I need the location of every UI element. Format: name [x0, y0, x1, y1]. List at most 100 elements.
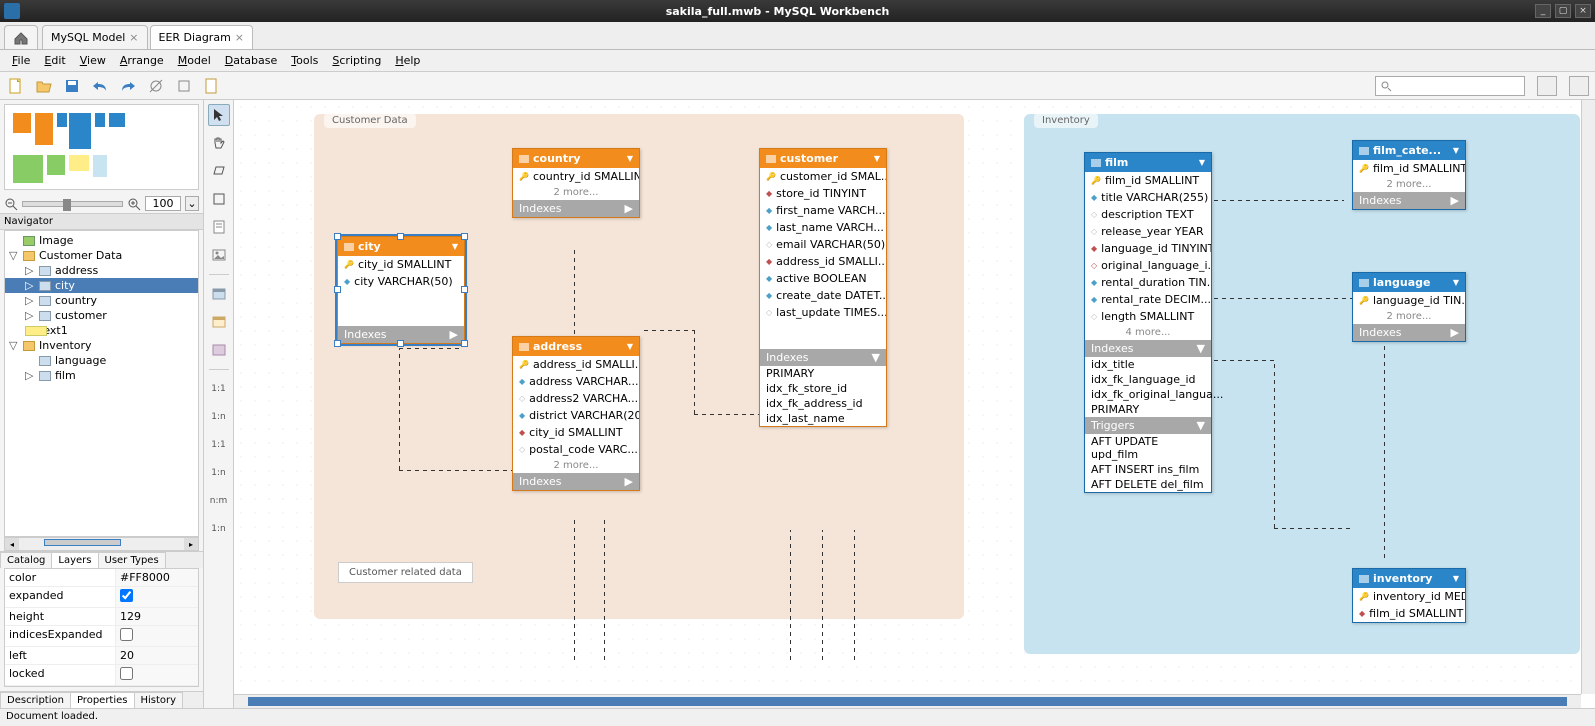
subtab-layers[interactable]: Layers — [51, 552, 98, 568]
subtab-description[interactable]: Description — [0, 692, 71, 708]
image-tool[interactable] — [208, 244, 230, 266]
pointer-tool[interactable] — [208, 104, 230, 126]
search-input[interactable] — [1375, 76, 1525, 96]
open-file-button[interactable] — [34, 76, 54, 96]
menu-help[interactable]: Help — [389, 52, 426, 69]
rel-1-1-id-tool[interactable]: 1:1 — [208, 434, 230, 456]
redo-button[interactable] — [118, 76, 138, 96]
collapse-icon[interactable]: ▼ — [627, 342, 633, 351]
maximize-button[interactable]: ▢ — [1555, 4, 1571, 18]
prop-indicesexp-value[interactable] — [115, 626, 198, 646]
view-tool[interactable] — [208, 311, 230, 333]
zoom-value[interactable]: 100 — [145, 196, 181, 211]
more-row[interactable]: 2 more... — [1353, 177, 1465, 192]
more-row[interactable]: 4 more... — [1085, 325, 1211, 340]
index-row[interactable]: PRIMARY — [760, 366, 886, 381]
diagram-canvas[interactable]: Customer Data Inventory — [234, 100, 1581, 694]
subtab-usertypes[interactable]: User Types — [98, 552, 166, 568]
canvas-note[interactable]: Customer related data — [338, 562, 473, 583]
rel-1-n-tool[interactable]: 1:n — [208, 406, 230, 428]
expand-icon[interactable]: ▶ — [450, 328, 458, 341]
canvas-vscroll[interactable] — [1581, 100, 1595, 694]
routine-tool[interactable] — [208, 339, 230, 361]
tree-item-inventory[interactable]: ▽Inventory — [5, 338, 198, 353]
layers-tree[interactable]: Image ▽Customer Data ▷address ▷city ▷cou… — [4, 230, 199, 537]
zoom-dropdown[interactable]: ⌄ — [185, 196, 199, 211]
layer-tool[interactable] — [208, 188, 230, 210]
more-row[interactable]: 2 more... — [1353, 309, 1465, 324]
table-customer[interactable]: customer▼ 🔑customer_id SMAL... ◆store_id… — [759, 148, 887, 427]
index-row[interactable]: idx_fk_store_id — [760, 381, 886, 396]
tree-item-address[interactable]: ▷address — [5, 263, 198, 278]
collapse-icon[interactable]: ▼ — [452, 242, 458, 251]
collapse-icon[interactable]: ▼ — [1453, 574, 1459, 583]
align-button[interactable] — [174, 76, 194, 96]
rel-1-1-tool[interactable]: 1:1 — [208, 378, 230, 400]
index-row[interactable]: idx_title — [1085, 357, 1211, 372]
menu-file[interactable]: File — [6, 52, 36, 69]
collapse-icon[interactable]: ▼ — [1453, 278, 1459, 287]
tree-item-film[interactable]: ▷film — [5, 368, 198, 383]
toggle-grid-button[interactable] — [146, 76, 166, 96]
tab-mysql-model[interactable]: MySQL Model× — [42, 25, 148, 49]
collapse-icon[interactable]: ▼ — [872, 351, 880, 364]
tree-hscroll[interactable]: ◂▸ — [4, 537, 199, 551]
save-button[interactable] — [62, 76, 82, 96]
hand-tool[interactable] — [208, 132, 230, 154]
zoom-out-icon[interactable] — [4, 197, 18, 211]
table-address[interactable]: address▼ 🔑address_id SMALLI... ◆address … — [512, 336, 640, 491]
menu-edit[interactable]: Edit — [38, 52, 71, 69]
validate-button[interactable] — [202, 76, 222, 96]
table-city[interactable]: city▼ 🔑city_id SMALLINT ◆city VARCHAR(50… — [337, 236, 465, 344]
minimize-button[interactable]: _ — [1535, 4, 1551, 18]
tree-item-city[interactable]: ▷city — [5, 278, 198, 293]
prop-height-value[interactable]: 129 — [115, 608, 198, 625]
tab-close-icon[interactable]: × — [129, 31, 138, 44]
expand-icon[interactable]: ▶ — [1451, 194, 1459, 207]
new-file-button[interactable] — [6, 76, 26, 96]
undo-button[interactable] — [90, 76, 110, 96]
index-row[interactable]: idx_fk_original_langua... — [1085, 387, 1211, 402]
expand-icon[interactable]: ▶ — [625, 202, 633, 215]
collapse-icon[interactable]: ▼ — [627, 154, 633, 163]
subtab-properties[interactable]: Properties — [70, 692, 135, 708]
collapse-icon[interactable]: ▼ — [874, 154, 880, 163]
table-language[interactable]: language▼ 🔑language_id TIN... 2 more... … — [1352, 272, 1466, 342]
panel-toggle-1[interactable] — [1537, 76, 1557, 96]
subtab-catalog[interactable]: Catalog — [0, 552, 52, 568]
zoom-in-icon[interactable] — [127, 197, 141, 211]
rel-1-n-id-tool[interactable]: 1:n — [208, 462, 230, 484]
collapse-icon[interactable]: ▼ — [1453, 146, 1459, 155]
table-film[interactable]: film▼ 🔑film_id SMALLINT ◆title VARCHAR(2… — [1084, 152, 1212, 493]
expand-icon[interactable]: ▶ — [625, 475, 633, 488]
canvas-hscroll[interactable] — [234, 694, 1581, 708]
menu-view[interactable]: View — [74, 52, 112, 69]
trigger-row[interactable]: AFT UPDATE upd_film — [1085, 434, 1211, 462]
trigger-row[interactable]: AFT DELETE del_film — [1085, 477, 1211, 492]
index-row[interactable]: idx_fk_address_id — [760, 396, 886, 411]
prop-color-value[interactable]: #FF8000 — [115, 569, 198, 586]
table-tool[interactable] — [208, 283, 230, 305]
prop-locked-value[interactable] — [115, 665, 198, 685]
close-button[interactable]: × — [1575, 4, 1591, 18]
rel-n-m-tool[interactable]: n:m — [208, 490, 230, 512]
menu-scripting[interactable]: Scripting — [326, 52, 387, 69]
table-country[interactable]: country▼ 🔑country_id SMALLINT 2 more... … — [512, 148, 640, 218]
tree-item-image[interactable]: Image — [5, 233, 198, 248]
index-row[interactable]: PRIMARY — [1085, 402, 1211, 417]
navigator-minimap[interactable] — [4, 104, 199, 190]
tab-close-icon[interactable]: × — [235, 31, 244, 44]
tab-eer-diagram[interactable]: EER Diagram× — [150, 25, 254, 49]
menu-arrange[interactable]: Arrange — [114, 52, 170, 69]
subtab-history[interactable]: History — [134, 692, 184, 708]
prop-expanded-value[interactable] — [115, 587, 198, 607]
index-row[interactable]: idx_fk_language_id — [1085, 372, 1211, 387]
table-film-category[interactable]: film_cate...▼ 🔑film_id SMALLINT 2 more..… — [1352, 140, 1466, 210]
index-row[interactable]: idx_last_name — [760, 411, 886, 426]
table-inventory[interactable]: inventory▼ 🔑inventory_id MED... ◆film_id… — [1352, 568, 1466, 623]
home-tab[interactable] — [4, 25, 38, 49]
rel-existing-tool[interactable]: 1:n — [208, 518, 230, 540]
eraser-tool[interactable] — [208, 160, 230, 182]
panel-toggle-2[interactable] — [1569, 76, 1589, 96]
collapse-icon[interactable]: ▼ — [1197, 342, 1205, 355]
